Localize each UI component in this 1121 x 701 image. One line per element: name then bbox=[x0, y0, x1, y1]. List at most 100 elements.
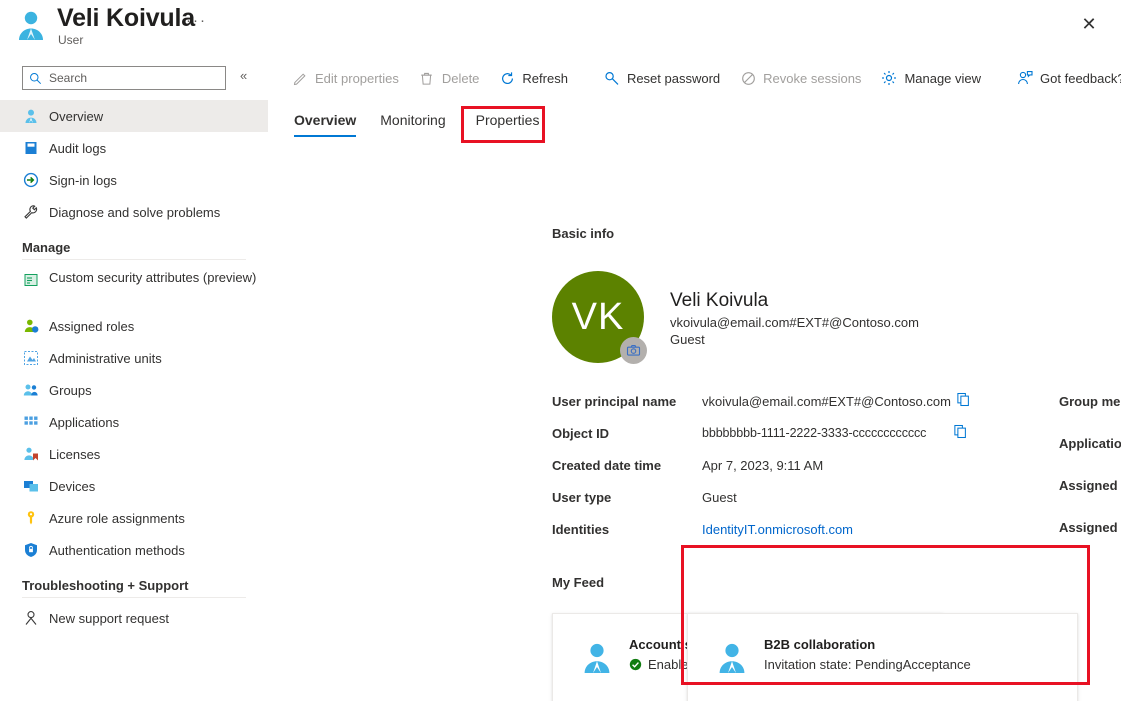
azure-user-overview-blade: Veli Koivula ··· User ✕ « bbox=[0, 0, 1121, 701]
profile-name: Veli Koivula bbox=[670, 290, 768, 312]
search-input[interactable] bbox=[47, 70, 207, 86]
more-options-button[interactable]: ··· bbox=[186, 16, 207, 26]
audit-log-icon bbox=[22, 140, 39, 157]
reset-password-button[interactable]: Reset password bbox=[594, 63, 730, 93]
gear-icon bbox=[881, 70, 897, 86]
sidebar-item-label: Diagnose and solve problems bbox=[49, 205, 220, 220]
key-reset-icon bbox=[604, 70, 620, 86]
sidebar-item-overview[interactable]: Overview bbox=[0, 100, 268, 132]
divider bbox=[22, 597, 246, 598]
card-title: B2B collaboration bbox=[764, 637, 875, 652]
user-avatar-icon bbox=[714, 640, 750, 676]
page-subtitle: User bbox=[58, 33, 83, 47]
sidebar-item-label: Groups bbox=[49, 383, 92, 398]
sidebar-item-new-support-request[interactable]: New support request bbox=[0, 602, 268, 634]
sidebar-nav: Overview Audit logs Si bbox=[0, 100, 268, 634]
tab-bar: Overview Monitoring Properties bbox=[282, 106, 557, 137]
user-icon bbox=[14, 8, 48, 42]
stat-label: Assigned licen... bbox=[1059, 520, 1121, 535]
sidebar-item-label: Authentication methods bbox=[49, 543, 185, 558]
copy-icon[interactable] bbox=[956, 392, 971, 410]
property-label: Created date time bbox=[552, 458, 661, 473]
command-label: Edit properties bbox=[315, 71, 399, 86]
sidebar-item-label: Applications bbox=[49, 415, 119, 430]
sidebar-item-licenses[interactable]: Licenses bbox=[0, 438, 268, 470]
wrench-icon bbox=[22, 204, 39, 221]
sidebar-item-sign-in-logs[interactable]: Sign-in logs bbox=[0, 164, 268, 196]
command-label: Revoke sessions bbox=[763, 71, 861, 86]
sidebar-item-audit-logs[interactable]: Audit logs bbox=[0, 132, 268, 164]
refresh-button[interactable]: Refresh bbox=[489, 63, 578, 93]
devices-icon bbox=[22, 478, 39, 495]
revoke-sessions-button[interactable]: Revoke sessions bbox=[730, 63, 871, 93]
sidebar-item-label: Administrative units bbox=[49, 351, 162, 366]
property-value: bbbbbbbb-1111-2222-3333-cccccccccccc bbox=[702, 426, 926, 440]
sidebar-item-authentication-methods[interactable]: Authentication methods bbox=[0, 534, 268, 566]
b2b-collaboration-card[interactable]: B2B collaboration Invitation state: Pend… bbox=[687, 613, 1078, 701]
stat-label: Group membe... bbox=[1059, 394, 1121, 409]
property-value-link[interactable]: IdentityIT.onmicrosoft.com bbox=[702, 522, 853, 537]
close-icon[interactable]: ✕ bbox=[1073, 8, 1105, 40]
sidebar-item-label: Devices bbox=[49, 479, 95, 494]
sidebar-item-administrative-units[interactable]: Administrative units bbox=[0, 342, 268, 374]
trash-icon bbox=[419, 70, 435, 86]
command-bar: Edit properties Delete bbox=[268, 56, 1121, 100]
main-content: Edit properties Delete bbox=[268, 56, 1121, 701]
groups-icon bbox=[22, 382, 39, 399]
command-label: Delete bbox=[442, 71, 480, 86]
card-subtitle-text: Invitation state: PendingAcceptance bbox=[764, 657, 971, 672]
divider bbox=[22, 259, 246, 260]
tab-properties[interactable]: Properties bbox=[458, 106, 558, 137]
profile-user-type: Guest bbox=[670, 332, 705, 347]
assigned-roles-icon bbox=[22, 318, 39, 335]
sidebar-item-groups[interactable]: Groups bbox=[0, 374, 268, 406]
administrative-units-icon bbox=[22, 350, 39, 367]
stat-label: Assigned roles bbox=[1059, 478, 1121, 493]
page-title: Veli Koivula bbox=[57, 4, 195, 33]
sidebar-item-azure-role-assignments[interactable]: Azure role assignments bbox=[0, 502, 268, 534]
sidebar-item-label: New support request bbox=[49, 611, 169, 626]
sidebar-item-custom-security-attributes[interactable]: Custom security attributes (preview) bbox=[0, 264, 268, 310]
property-label: User principal name bbox=[552, 394, 676, 409]
refresh-icon bbox=[499, 70, 515, 86]
search-box[interactable] bbox=[22, 66, 226, 90]
sidebar-group-manage: Manage bbox=[0, 240, 268, 255]
profile-upn: vkoivula@email.com#EXT#@Contoso.com bbox=[670, 315, 919, 330]
edit-properties-button[interactable]: Edit properties bbox=[282, 63, 409, 93]
sidebar-item-label: Overview bbox=[49, 109, 103, 124]
sidebar-item-devices[interactable]: Devices bbox=[0, 470, 268, 502]
licenses-icon bbox=[22, 446, 39, 463]
got-feedback-button[interactable]: Got feedback? bbox=[1007, 63, 1121, 93]
user-icon bbox=[22, 108, 39, 125]
property-label: Object ID bbox=[552, 426, 609, 441]
sidebar-item-label: Custom security attributes (preview) bbox=[49, 270, 256, 285]
tab-monitoring[interactable]: Monitoring bbox=[368, 106, 457, 137]
block-icon bbox=[740, 70, 756, 86]
sidebar-group-troubleshooting-support: Troubleshooting + Support bbox=[0, 578, 268, 593]
sidebar: « Overview bbox=[0, 56, 268, 701]
sign-in-icon bbox=[22, 172, 39, 189]
attributes-icon bbox=[22, 271, 39, 288]
basic-info-heading: Basic info bbox=[552, 226, 614, 241]
camera-icon[interactable] bbox=[620, 337, 647, 364]
stat-label: Applications bbox=[1059, 436, 1121, 451]
command-label: Refresh bbox=[522, 71, 568, 86]
tab-overview[interactable]: Overview bbox=[282, 106, 368, 137]
sidebar-item-label: Audit logs bbox=[49, 141, 106, 156]
property-label: Identities bbox=[552, 522, 609, 537]
collapse-sidebar-button[interactable]: « bbox=[240, 68, 247, 83]
sidebar-item-assigned-roles[interactable]: Assigned roles bbox=[0, 310, 268, 342]
feedback-person-icon bbox=[1017, 70, 1033, 86]
manage-view-button[interactable]: Manage view bbox=[871, 63, 991, 93]
copy-icon[interactable] bbox=[953, 424, 968, 442]
card-subtitle: Invitation state: PendingAcceptance bbox=[764, 657, 971, 672]
sidebar-item-label: Sign-in logs bbox=[49, 173, 117, 188]
delete-button[interactable]: Delete bbox=[409, 63, 490, 93]
property-value: Apr 7, 2023, 9:11 AM bbox=[702, 458, 823, 473]
sidebar-item-applications[interactable]: Applications bbox=[0, 406, 268, 438]
sidebar-item-diagnose-and-solve-problems[interactable]: Diagnose and solve problems bbox=[0, 196, 268, 228]
applications-grid-icon bbox=[22, 414, 39, 431]
card-subtitle: Enabled bbox=[629, 657, 696, 672]
command-label: Got feedback? bbox=[1040, 71, 1121, 86]
my-feed-heading: My Feed bbox=[552, 575, 604, 590]
